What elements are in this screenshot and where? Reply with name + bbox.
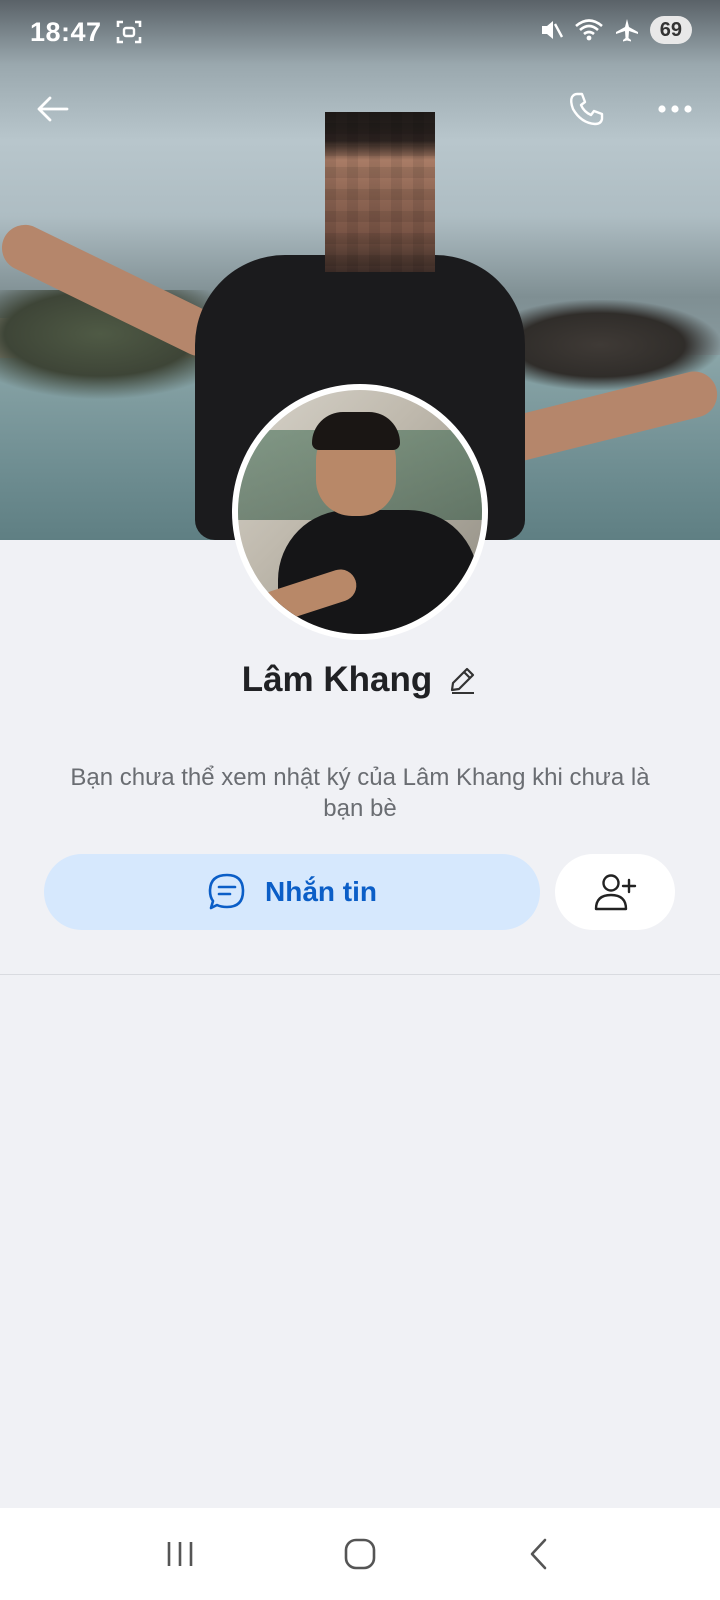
status-indicators: 69 (538, 16, 692, 44)
battery-indicator: 69 (649, 16, 692, 44)
arrow-left-icon (37, 96, 69, 122)
section-divider (0, 974, 720, 975)
more-options-button[interactable] (648, 82, 702, 136)
avatar-hair (312, 412, 400, 450)
mute-icon (541, 21, 563, 39)
wifi-icon (574, 19, 603, 41)
message-button[interactable]: Nhắn tin (44, 854, 540, 930)
phone-icon (570, 92, 604, 126)
profile-name: Lâm Khang (241, 660, 433, 699)
system-back-button[interactable] (510, 1524, 570, 1584)
profile-name-row: Lâm Khang (0, 660, 720, 700)
airplane-icon (615, 19, 638, 42)
friends-only-notice: Bạn chưa thể xem nhật ký của Lâm Khang k… (70, 764, 650, 822)
status-time: 18:47 (30, 16, 102, 47)
chevron-left-icon (530, 1538, 547, 1570)
cover-pixelated-face (325, 112, 435, 272)
chat-bubble-icon (208, 873, 245, 910)
add-friend-button[interactable] (555, 854, 675, 930)
call-button[interactable] (560, 82, 614, 136)
more-horizontal-icon (658, 105, 692, 113)
back-button[interactable] (26, 82, 80, 136)
pencil-icon[interactable] (448, 665, 478, 695)
home-button[interactable] (330, 1524, 390, 1584)
system-navigation-bar (0, 1508, 720, 1600)
message-button-label: Nhắn tin (265, 876, 377, 907)
home-icon (344, 1538, 376, 1570)
screenshot-icon (116, 20, 141, 44)
profile-avatar[interactable] (232, 384, 488, 640)
recent-apps-icon (167, 1542, 193, 1566)
recent-apps-button[interactable] (150, 1524, 210, 1584)
add-user-icon (594, 874, 637, 911)
avatar-shirt (278, 510, 478, 634)
